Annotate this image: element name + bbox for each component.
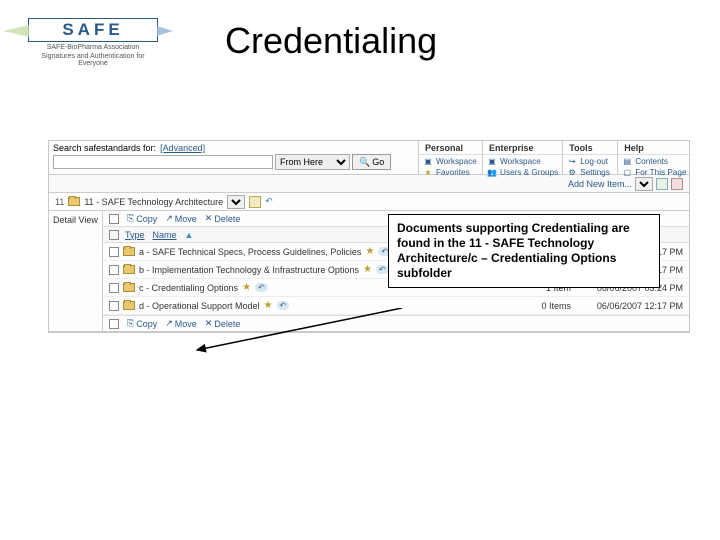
select-all-checkbox-bottom[interactable]	[109, 319, 119, 329]
move-button-bottom[interactable]: ↗Move	[165, 318, 197, 329]
copy-icon: ⎘	[127, 318, 134, 329]
add-new-label[interactable]: Add New Item...	[568, 179, 632, 189]
nav-help-forpage[interactable]: ▢For This Page	[622, 167, 686, 177]
workspace-icon: ▣	[423, 156, 433, 166]
detail-view-panel: Detail View	[49, 211, 103, 331]
breadcrumb-bar: 11 11 - SAFE Technology Architecture ↶	[49, 193, 689, 211]
select-all-checkbox[interactable]	[109, 214, 119, 224]
copy-button[interactable]: ⎘Copy	[127, 213, 157, 224]
gear-icon: ⚙	[567, 167, 577, 177]
folder-icon	[123, 283, 135, 292]
star-icon: ★	[365, 246, 374, 257]
copy-icon: ⎘	[127, 213, 134, 224]
logo-org: SAFE-BioPharma Association	[28, 44, 158, 51]
logo-triangle-left	[3, 25, 29, 37]
star-icon: ★	[363, 264, 372, 275]
undo-icon[interactable]: ↶	[376, 265, 389, 274]
nav-enterprise-workspace[interactable]: ▣Workspace	[487, 156, 558, 166]
nav-personal-favorites[interactable]: ★Favorites	[423, 167, 477, 177]
nav-help-contents[interactable]: ▤Contents	[622, 156, 686, 166]
undo-icon[interactable]: ↶	[255, 283, 268, 292]
star-icon: ★	[264, 300, 273, 311]
search-icon: 🔍	[359, 157, 370, 168]
folder-icon	[68, 197, 80, 206]
name-column-header[interactable]: Name	[153, 230, 177, 240]
path-number: 11	[55, 197, 64, 207]
row-date: 06/06/2007 12:17 PM	[583, 301, 683, 311]
logo-triangle-right	[157, 26, 173, 36]
advanced-search-link[interactable]: [Advanced]	[160, 143, 205, 153]
new-item-icon-2[interactable]	[671, 178, 683, 190]
users-icon: 👥	[487, 167, 497, 177]
top-bar: Search safestandards for: [Advanced] Fro…	[49, 141, 689, 175]
move-button[interactable]: ↗Move	[165, 213, 197, 224]
folder-icon	[123, 265, 135, 274]
nav-enterprise-header[interactable]: Enterprise	[483, 141, 562, 155]
search-label: Search safestandards for:	[53, 143, 156, 153]
book-icon: ▤	[622, 156, 632, 166]
nav-personal: Personal ▣Workspace ★Favorites	[419, 141, 483, 174]
header-checkbox[interactable]	[109, 230, 119, 240]
copy-button-bottom[interactable]: ⎘Copy	[127, 318, 157, 329]
type-column-header[interactable]: Type	[125, 230, 145, 240]
nav-tools-logout[interactable]: ↪Log-out	[567, 156, 610, 166]
logo-tagline: Signatures and Authentication for Everyo…	[28, 53, 158, 67]
row-checkbox[interactable]	[109, 247, 119, 257]
workspace-icon: ▣	[487, 156, 497, 166]
logout-icon: ↪	[567, 156, 577, 166]
breadcrumb-folder[interactable]: 11 - SAFE Technology Architecture	[84, 197, 223, 207]
page-icon: ▢	[622, 167, 632, 177]
list-toolbar-bottom: ⎘Copy ↗Move ✕Delete	[103, 315, 689, 331]
go-button[interactable]: 🔍 Go	[352, 154, 391, 170]
folder-icon	[123, 247, 135, 256]
nav-enterprise-users[interactable]: 👥Users & Groups	[487, 167, 558, 177]
detail-view-label: Detail View	[53, 215, 98, 225]
page-title: Credentialing	[225, 20, 437, 62]
delete-icon: ✕	[205, 213, 213, 224]
add-new-select[interactable]	[635, 177, 653, 191]
nav-tools-settings[interactable]: ⚙Settings	[567, 167, 610, 177]
row-checkbox[interactable]	[109, 265, 119, 275]
nav-tools: Tools ↪Log-out ⚙Settings	[563, 141, 618, 174]
row-checkbox[interactable]	[109, 301, 119, 311]
nav-enterprise: Enterprise ▣Workspace 👥Users & Groups	[483, 141, 563, 174]
delete-button[interactable]: ✕Delete	[205, 213, 241, 224]
sort-icon[interactable]: ▲	[185, 230, 194, 240]
move-icon: ↗	[165, 213, 173, 224]
row-name[interactable]: d - Operational Support Model★↶	[139, 300, 525, 311]
add-new-bar: Add New Item...	[49, 175, 689, 193]
star-icon: ★	[423, 167, 433, 177]
logo-text: SAFE	[28, 18, 158, 42]
undo-icon[interactable]: ↶	[277, 301, 290, 310]
table-row[interactable]: d - Operational Support Model★↶0 Items06…	[103, 297, 689, 315]
delete-button-bottom[interactable]: ✕Delete	[205, 318, 241, 329]
undo-icon[interactable]: ↶	[265, 196, 273, 207]
search-scope-select[interactable]: From Here	[275, 154, 350, 170]
new-item-icon[interactable]	[656, 178, 668, 190]
nav-tools-header[interactable]: Tools	[563, 141, 617, 155]
folder-icon	[123, 301, 135, 310]
safe-logo: SAFE SAFE-BioPharma Association Signatur…	[28, 18, 158, 67]
star-icon: ★	[242, 282, 251, 293]
nav-personal-header[interactable]: Personal	[419, 141, 482, 155]
row-checkbox[interactable]	[109, 283, 119, 293]
search-area: Search safestandards for: [Advanced] Fro…	[49, 141, 419, 174]
move-icon: ↗	[165, 318, 173, 329]
nav-help: Help ▤Contents ▢For This Page	[618, 141, 690, 174]
search-input[interactable]	[53, 155, 273, 169]
path-action-icon[interactable]	[249, 196, 261, 208]
nav-help-header[interactable]: Help	[618, 141, 690, 155]
row-count: 0 Items	[529, 301, 579, 311]
path-dropdown[interactable]	[227, 195, 245, 209]
delete-icon: ✕	[205, 318, 213, 329]
nav-personal-workspace[interactable]: ▣Workspace	[423, 156, 477, 166]
annotation-callout: Documents supporting Credentialing are f…	[388, 214, 660, 288]
